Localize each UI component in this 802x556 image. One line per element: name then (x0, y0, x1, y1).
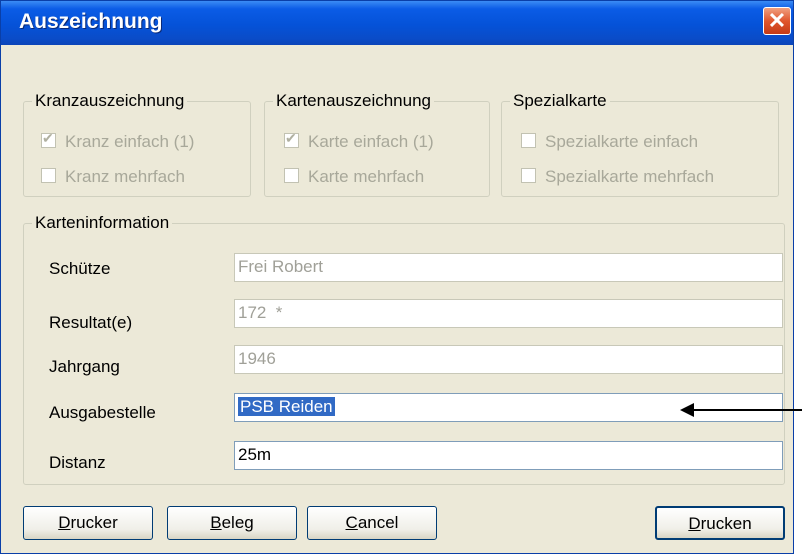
ausgabestelle-label: Ausgabestelle (49, 403, 156, 422)
drucker-button[interactable]: Drucker (23, 506, 153, 540)
checkbox-label: Spezialkarte mehrfach (545, 167, 715, 186)
window-title: Auszeichnung (19, 10, 163, 33)
mnemonic: D (688, 514, 701, 533)
ausgabestelle-value: PSB Reiden (238, 397, 335, 416)
karteninformation-legend: Karteninformation (32, 213, 173, 233)
mnemonic: D (58, 513, 71, 532)
close-button[interactable]: ✕ (763, 7, 791, 35)
title-bar[interactable]: Auszeichnung ✕ (1, 1, 793, 45)
pointer-arrow-icon (680, 403, 802, 417)
checkbox-icon (521, 168, 536, 183)
checkbox-icon (284, 168, 299, 183)
schuetze-value: Frei Robert (238, 257, 324, 276)
drucken-button[interactable]: Drucken (655, 506, 785, 540)
checkbox-label: Kranz einfach (1) (65, 132, 195, 151)
resultate-label: Resultat(e) (49, 313, 133, 332)
mnemonic: B (210, 513, 222, 532)
beleg-button[interactable]: Beleg (167, 506, 297, 540)
distanz-field[interactable]: 25m (234, 441, 783, 470)
close-icon: ✕ (767, 8, 787, 33)
karte-einfach-checkbox[interactable]: Karte einfach (1) (284, 130, 434, 152)
mnemonic: C (345, 513, 358, 532)
checkbox-label: Spezialkarte einfach (545, 132, 699, 151)
spezialkarte-mehrfach-checkbox[interactable]: Spezialkarte mehrfach (521, 167, 714, 187)
karte-mehrfach-checkbox[interactable]: Karte mehrfach (284, 167, 424, 187)
kranz-einfach-checkbox[interactable]: Kranz einfach (1) (41, 130, 195, 152)
checkbox-label: Karte einfach (1) (308, 132, 434, 151)
jahrgang-field[interactable]: 1946 (234, 345, 783, 374)
dialog-window: Auszeichnung ✕ Kranzauszeichnung Kranz e… (0, 0, 794, 554)
spezialkarte-einfach-checkbox[interactable]: Spezialkarte einfach (521, 132, 698, 152)
resultate-field[interactable]: 172 * (234, 299, 783, 328)
kranz-mehrfach-checkbox[interactable]: Kranz mehrfach (41, 167, 185, 187)
schuetze-field[interactable]: Frei Robert (234, 253, 783, 282)
distanz-value: 25m (238, 445, 272, 464)
checkbox-checked-icon (41, 130, 56, 148)
checkbox-label: Karte mehrfach (308, 167, 425, 186)
resultate-value: 172 * (238, 303, 283, 322)
checkbox-icon (41, 168, 56, 183)
cancel-button[interactable]: Cancel (307, 506, 437, 540)
karten-group-legend: Kartenauszeichnung (273, 91, 435, 111)
jahrgang-label: Jahrgang (49, 357, 120, 376)
spezial-group-legend: Spezialkarte (510, 91, 610, 111)
jahrgang-value: 1946 (238, 349, 276, 368)
checkbox-label: Kranz mehrfach (65, 167, 185, 186)
checkbox-checked-icon (284, 130, 299, 148)
distanz-label: Distanz (49, 453, 106, 472)
kranz-group-legend: Kranzauszeichnung (32, 91, 188, 111)
schuetze-label: Schütze (49, 259, 111, 278)
checkbox-icon (521, 133, 536, 148)
